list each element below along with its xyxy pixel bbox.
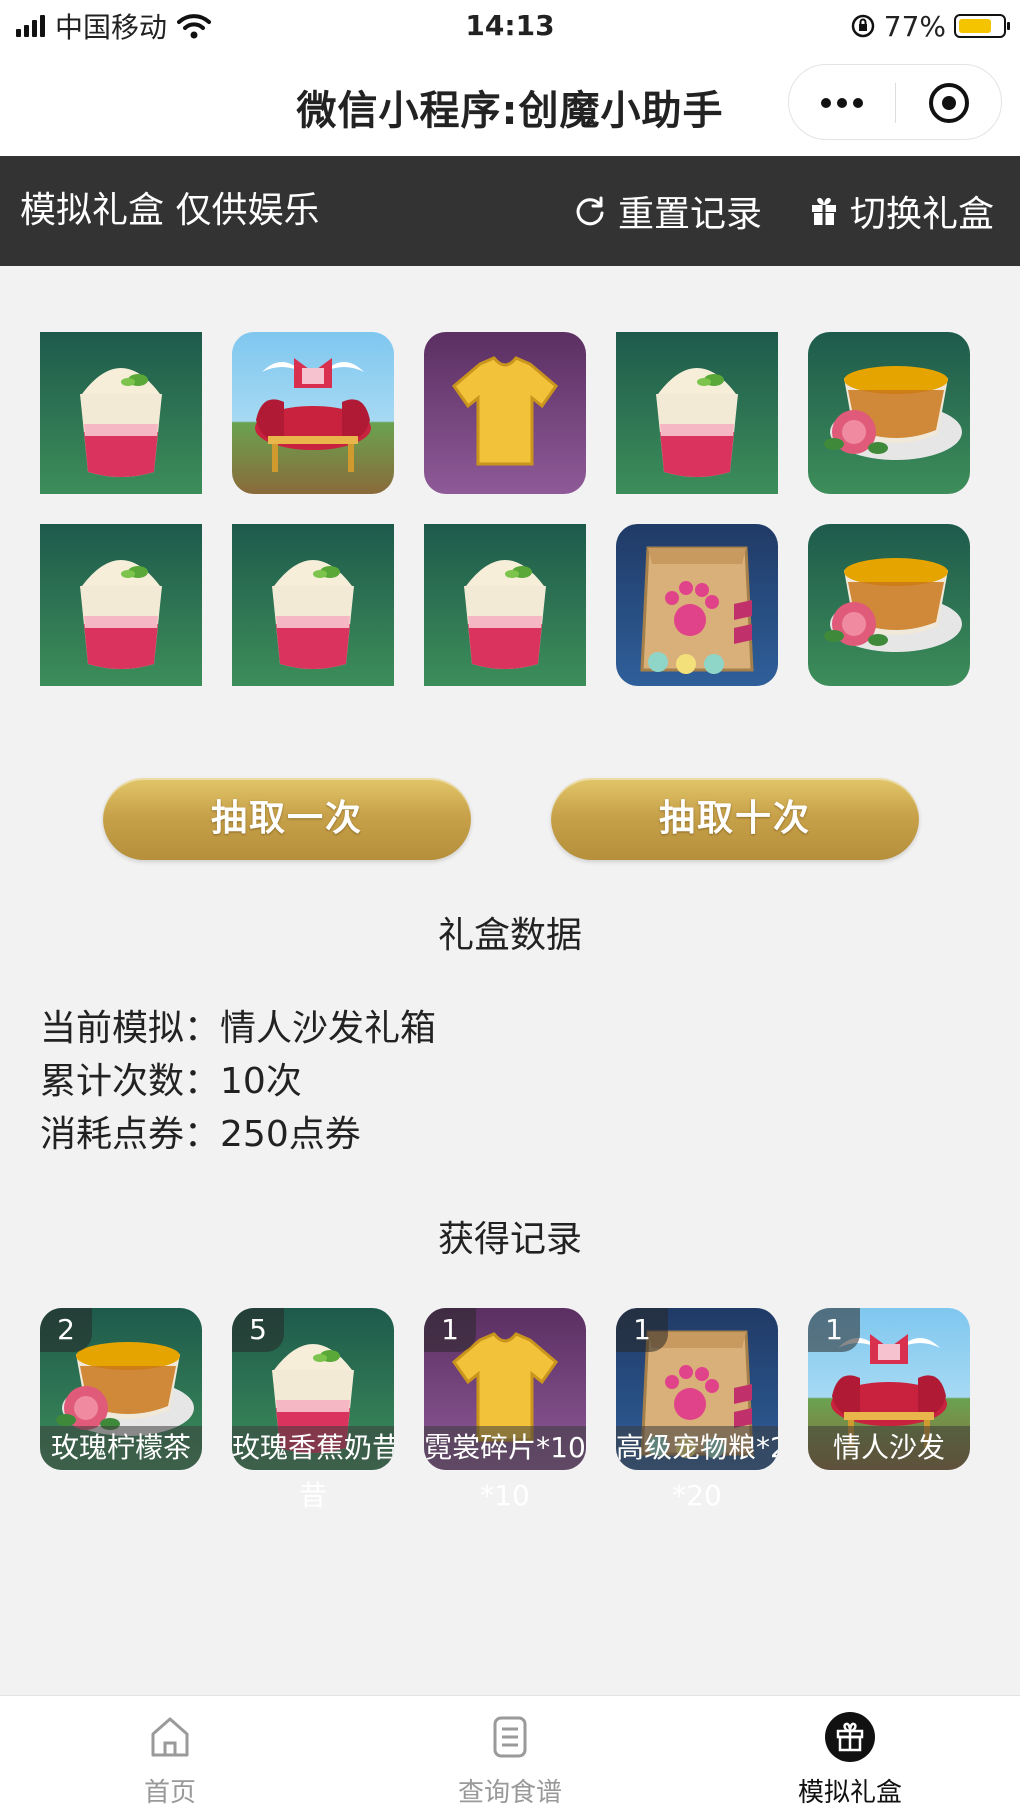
record-count-badge: 2 bbox=[40, 1308, 92, 1352]
bottom-tab-bar: 首页 查询食谱 模拟礼盒 bbox=[0, 1695, 1020, 1814]
close-target-icon[interactable] bbox=[929, 83, 969, 123]
current-box-row: 当前模拟：情人沙发礼箱 bbox=[40, 1003, 436, 1055]
tab-home-label: 首页 bbox=[143, 1778, 196, 1808]
switch-box-button[interactable]: 切换礼盒 bbox=[810, 186, 994, 236]
switch-box-label: 切换礼盒 bbox=[850, 194, 995, 235]
reset-record-label: 重置记录 bbox=[618, 194, 763, 235]
record-count-badge: 1 bbox=[424, 1308, 476, 1352]
milkshake-item-icon bbox=[424, 524, 586, 686]
record-item[interactable]: 1 霓裳碎片*10 bbox=[424, 1308, 586, 1470]
mini-program-capsule bbox=[788, 64, 1002, 140]
reset-record-button[interactable]: 重置记录 bbox=[574, 186, 762, 236]
record-name-overflow: 昔 bbox=[298, 1479, 327, 1512]
home-icon bbox=[151, 1717, 189, 1757]
milkshake-item-icon bbox=[616, 332, 778, 494]
draw-count-row: 累计次数：10次 bbox=[40, 1056, 302, 1108]
gift-icon bbox=[812, 197, 836, 225]
record-name-overflow: *20 bbox=[672, 1479, 722, 1512]
record-name-label: 霓裳碎片*10 bbox=[424, 1426, 586, 1470]
rose-tea-item-icon bbox=[808, 332, 970, 494]
record-count-badge: 1 bbox=[808, 1308, 860, 1352]
cost-label: 消耗点券： bbox=[40, 1114, 221, 1155]
milkshake-item-icon bbox=[232, 524, 394, 686]
milkshake-item-icon bbox=[40, 332, 202, 494]
record-count-badge: 5 bbox=[232, 1308, 284, 1352]
record-item[interactable]: 5 玫瑰香蕉奶昔 bbox=[232, 1308, 394, 1470]
shirt-shard-item-icon bbox=[424, 332, 586, 494]
more-dot-icon bbox=[821, 98, 831, 108]
tab-gift-box-label: 模拟礼盒 bbox=[797, 1778, 902, 1808]
draw-ten-button[interactable]: 抽取十次 bbox=[551, 778, 919, 860]
record-name-label: 高级宠物粮*20 bbox=[616, 1426, 778, 1470]
more-menu-button[interactable] bbox=[789, 65, 895, 141]
draw-count-value: 10次 bbox=[220, 1061, 302, 1102]
tab-recipe[interactable]: 查询食谱 bbox=[340, 1696, 680, 1814]
cost-row: 消耗点券：250点券 bbox=[40, 1109, 361, 1161]
battery-icon bbox=[954, 14, 1010, 38]
pet-food-item-icon bbox=[616, 524, 778, 686]
recipe-icon bbox=[493, 1716, 527, 1758]
draw-once-button[interactable]: 抽取一次 bbox=[103, 778, 471, 860]
draw-count-label: 累计次数： bbox=[40, 1061, 221, 1102]
current-box-value: 情人沙发礼箱 bbox=[220, 1008, 437, 1049]
rotation-lock-icon bbox=[851, 14, 875, 38]
cost-value: 250点券 bbox=[220, 1114, 361, 1155]
box-data-heading: 礼盒数据 bbox=[437, 915, 582, 956]
records-heading: 获得记录 bbox=[437, 1219, 582, 1260]
tab-gift-box[interactable]: 模拟礼盒 bbox=[680, 1696, 1020, 1814]
gift-icon bbox=[825, 1712, 875, 1762]
status-right: 77% bbox=[850, 6, 1010, 46]
record-item[interactable]: 1 情人沙发 bbox=[808, 1308, 970, 1470]
more-dot-icon bbox=[853, 98, 863, 108]
record-item[interactable]: 2 玫瑰柠檬茶 bbox=[40, 1308, 202, 1470]
battery-percent: 77% bbox=[883, 9, 946, 43]
toolbar: 模拟礼盒 仅供娱乐 重置记录 切换礼盒 bbox=[0, 156, 1020, 266]
tab-recipe-label: 查询食谱 bbox=[457, 1778, 562, 1808]
rose-tea-item-icon bbox=[808, 524, 970, 686]
refresh-icon bbox=[576, 196, 604, 226]
status-bar: 中国移动 14:13 77% bbox=[0, 0, 1020, 52]
tab-home[interactable]: 首页 bbox=[0, 1696, 340, 1814]
toolbar-title: 模拟礼盒 仅供娱乐 bbox=[20, 190, 320, 231]
record-name-overflow: *10 bbox=[480, 1479, 530, 1512]
current-box-label: 当前模拟： bbox=[40, 1008, 221, 1049]
record-name-label: 情人沙发 bbox=[808, 1426, 970, 1470]
love-sofa-item-icon bbox=[232, 332, 394, 494]
record-count-badge: 1 bbox=[616, 1308, 668, 1352]
record-name-label: 玫瑰香蕉奶昔 bbox=[232, 1426, 394, 1470]
record-name-label: 玫瑰柠檬茶 bbox=[40, 1426, 202, 1470]
more-dot-icon bbox=[837, 98, 847, 108]
title-bar: 微信小程序:创魔小助手 bbox=[0, 52, 1020, 156]
milkshake-item-icon bbox=[40, 524, 202, 686]
capsule-divider bbox=[895, 83, 896, 123]
record-item[interactable]: 1 高级宠物粮*20 bbox=[616, 1308, 778, 1470]
